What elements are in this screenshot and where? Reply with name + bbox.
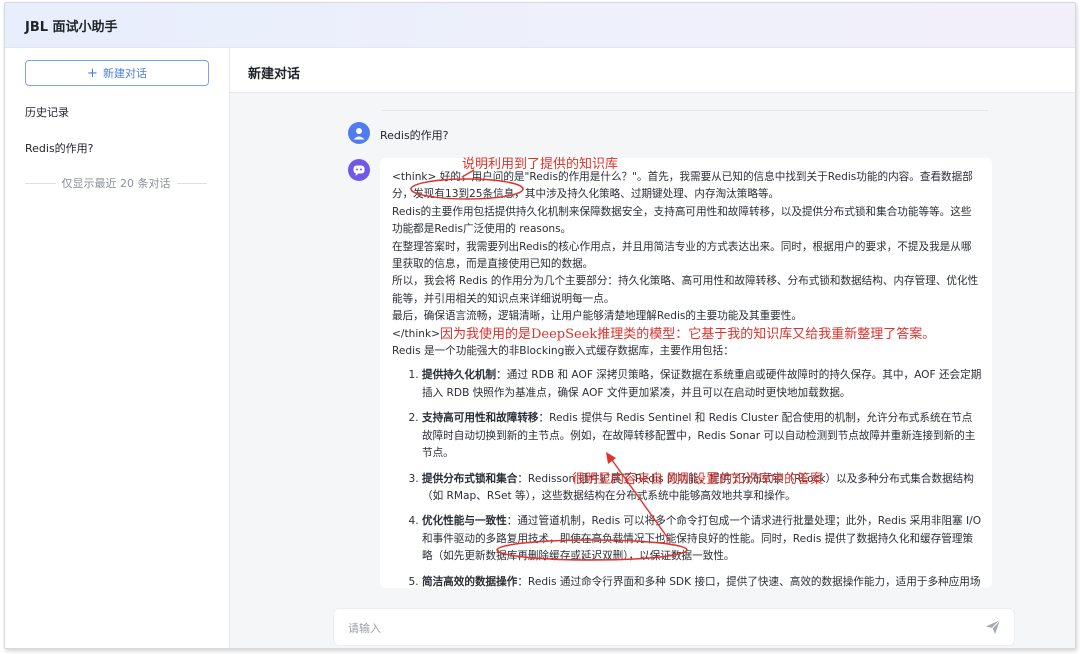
annotation-text: 很明显内容来自 刚刚设置的知识库中的答案 (572, 472, 824, 487)
divider (176, 182, 207, 184)
point-text: ：通过管道机制，Redis 可以将多个命令打包成一个请求进行批量处理；此外，Re… (422, 515, 982, 563)
history-title: 历史记录 (25, 106, 69, 119)
think-text: Redis的主要作用包括提供持久化机制来保障数据安全，支持高可用性和故障转移，以… (392, 205, 972, 236)
point-text: ：通过 RDB 和 AOF 深拷贝策略，保证数据在系统重启或硬件故障时的持久保存… (422, 369, 982, 399)
chat-header: 新建对话 (230, 48, 1075, 93)
think-text: <think> 好的，用户问的是"Redis的作用是什么？"。首先，我需要从已知… (392, 171, 973, 201)
history-limit-note: 仅显示最近 20 条对话 (25, 175, 207, 191)
chat-input[interactable] (346, 618, 950, 638)
divider (382, 110, 988, 111)
assistant-message: <think> 好的，用户问的是"Redis的作用是什么？"。首先，我需要从已知… (380, 158, 992, 588)
list-item: 支持高可用性和故障转移：Redis 提供与 Redis Sentinel 和 R… (422, 410, 982, 462)
new-chat-label: 新建对话 (102, 67, 147, 80)
point-title: 支持高可用性和故障转移 (422, 412, 539, 425)
think-text: 所以，我会将 Redis 的作用分为几个主要部分：持久化策略、高可用性和故障转移… (392, 275, 979, 305)
point-title: 优化性能与一致性 (422, 515, 507, 528)
chat-input-box (333, 608, 1015, 646)
answer-intro: Redis 是一个功能强大的非Blocking嵌入式缓存数据库，主要作用包括： (392, 345, 734, 358)
annotation-text: 说明利用到了提供的知识库 (462, 157, 619, 172)
sidebar: + 新建对话 历史记录 Redis的作用? 仅显示最近 20 条对话 (5, 48, 230, 648)
plus-icon: + (87, 65, 98, 81)
list-item: 提供持久化机制：通过 RDB 和 AOF 深拷贝策略，保证数据在系统重启或硬件故… (422, 367, 982, 402)
list-item: 简洁高效的数据操作：Redis 通过命令行界面和多种 SDK 接口，提供了快速、… (422, 574, 982, 588)
chat-bot-icon (353, 165, 365, 176)
new-chat-button[interactable]: + 新建对话 (25, 60, 209, 86)
point-title: 简洁高效的数据操作 (422, 575, 518, 588)
user-icon (353, 128, 365, 140)
app-title: JBL 面试小助手 (25, 20, 118, 35)
divider (25, 182, 56, 184)
annotation-text: 因为我使用的是DeepSeek推理类的模型：它基于我的知识库又给我重新整理了答案… (440, 327, 936, 342)
bot-avatar (348, 159, 370, 181)
think-text: 在整理答案时，我需要列出Redis的核心作用点，并且用简洁专业的方式表达出来。同… (392, 240, 972, 271)
top-bar: JBL 面试小助手 (5, 3, 1075, 48)
send-icon[interactable] (984, 618, 1002, 636)
user-avatar (348, 122, 370, 144)
conversation-title: 新建对话 (248, 67, 301, 82)
history-item[interactable]: Redis的作用? (25, 140, 94, 156)
history-note-text: 仅显示最近 20 条对话 (61, 177, 171, 190)
point-title: 提供分布式锁和集合 (422, 472, 518, 485)
point-title: 提供持久化机制 (422, 369, 497, 382)
list-item: 优化性能与一致性：通过管道机制，Redis 可以将多个命令打包成一个请求进行批量… (422, 513, 982, 565)
user-message: Redis的作用? (380, 129, 449, 142)
chat-main: 新建对话 Redis的作用? <think> 好的，用户问的是"Redis的作用… (230, 48, 1075, 648)
